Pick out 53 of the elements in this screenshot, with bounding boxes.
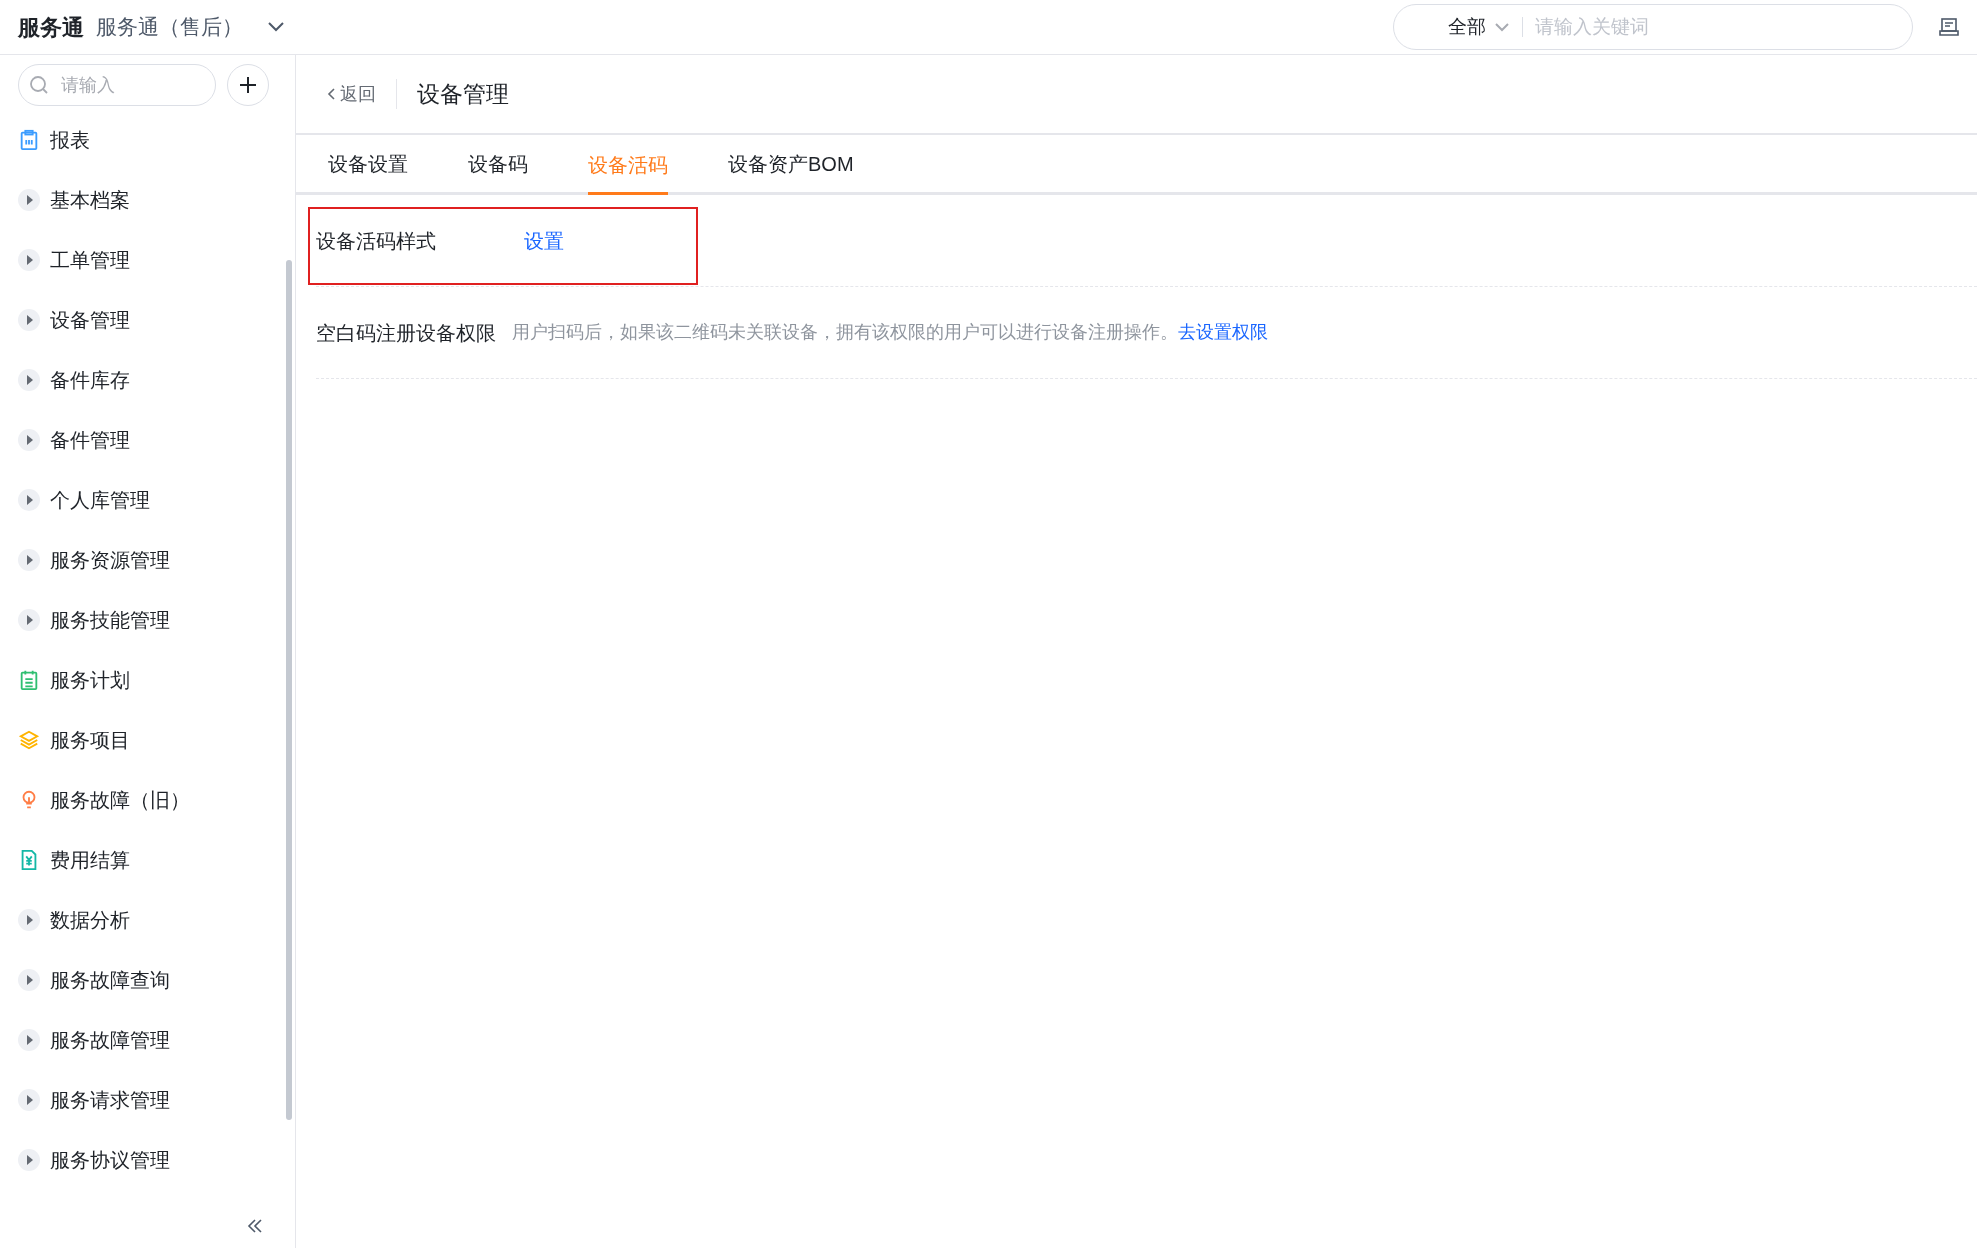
sidebar-item[interactable]: 服务资源管理 — [0, 530, 295, 590]
sidebar-item[interactable]: 服务协议管理 — [0, 1130, 295, 1190]
caret-right-icon — [18, 369, 40, 391]
sidebar-item[interactable]: 基本档案 — [0, 170, 295, 230]
setting-link[interactable]: 设置 — [524, 225, 564, 256]
sidebar-item[interactable]: 服务故障查询 — [0, 950, 295, 1010]
caret-right-icon — [18, 1149, 40, 1171]
sidebar-item[interactable]: 费用结算 — [0, 830, 295, 890]
caret-right-icon — [18, 909, 40, 931]
back-link[interactable]: 返回 — [326, 80, 376, 108]
tab[interactable]: 设备码 — [468, 135, 528, 192]
app-switcher[interactable]: 服务通（售后） — [96, 11, 285, 43]
tab[interactable]: 设备资产BOM — [728, 135, 854, 192]
page-title: 设备管理 — [417, 79, 509, 109]
sidebar-item[interactable]: 数据分析 — [0, 890, 295, 950]
scope-dropdown[interactable]: 全部 — [1448, 12, 1510, 42]
search-icon — [29, 75, 49, 95]
chevron-down-icon — [267, 21, 285, 33]
setting-label: 设备活码样式 — [316, 228, 437, 254]
setting-description: 用户扫码后，如果该二维码未关联设备，拥有该权限的用户可以进行设备注册操作。 — [512, 321, 1178, 344]
sidebar-item[interactable]: 服务故障（旧） — [0, 770, 295, 830]
tab[interactable]: 设备设置 — [328, 135, 408, 192]
sidebar-item[interactable]: 服务请求管理 — [0, 1070, 295, 1130]
caret-right-icon — [18, 309, 40, 331]
sidebar-item[interactable]: 服务故障管理 — [0, 1010, 295, 1070]
collapse-icon[interactable] — [247, 1218, 263, 1234]
caret-right-icon — [18, 549, 40, 571]
setting-label: 空白码注册设备权限 — [316, 320, 496, 346]
chevron-down-icon — [1494, 22, 1510, 32]
sidebar-item[interactable]: 服务技能管理 — [0, 590, 295, 650]
sidebar-search-field[interactable]: 请输入 — [18, 64, 216, 106]
sidebar-item[interactable]: 报表 — [0, 110, 295, 170]
plus-icon — [239, 76, 257, 94]
caret-right-icon — [18, 489, 40, 511]
inbox-icon[interactable] — [1939, 17, 1959, 37]
brand-name: 服务通 — [18, 13, 84, 42]
caret-right-icon — [18, 249, 40, 271]
sidebar-item[interactable]: 备件管理 — [0, 410, 295, 470]
sidebar-item[interactable]: 服务项目 — [0, 710, 295, 770]
sidebar-item[interactable]: 个人库管理 — [0, 470, 295, 530]
sidebar-item[interactable]: 工单管理 — [0, 230, 295, 290]
chevron-left-icon — [326, 87, 336, 101]
setting-link[interactable]: 去设置权限 — [1178, 319, 1268, 346]
caret-right-icon — [18, 429, 40, 451]
sidebar-item[interactable]: 设备管理 — [0, 290, 295, 350]
caret-right-icon — [18, 189, 40, 211]
scrollbar[interactable] — [286, 260, 292, 1120]
caret-right-icon — [18, 609, 40, 631]
caret-right-icon — [18, 1089, 40, 1111]
sidebar-item[interactable]: 备件库存 — [0, 350, 295, 410]
sidebar-item[interactable]: 服务计划 — [0, 650, 295, 710]
caret-right-icon — [18, 969, 40, 991]
caret-right-icon — [18, 1029, 40, 1051]
